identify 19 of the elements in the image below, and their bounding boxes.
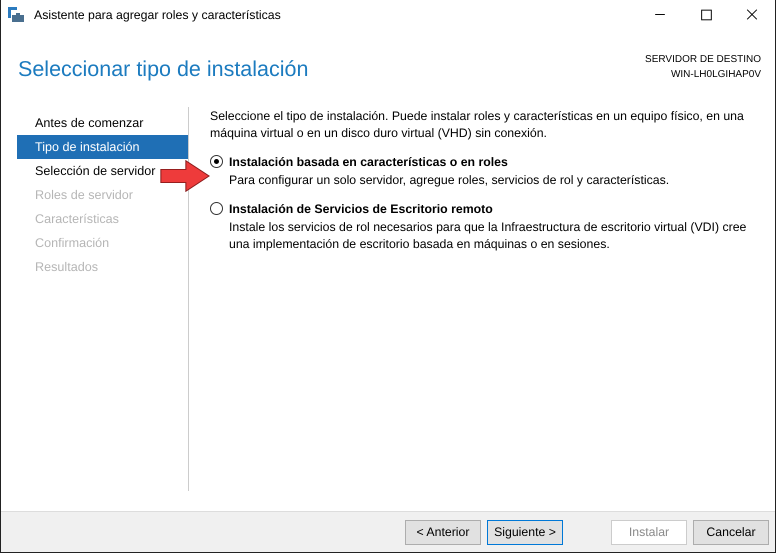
- server-manager-icon: [8, 6, 24, 22]
- arrow-icon: [160, 160, 210, 192]
- radio-button[interactable]: [210, 202, 223, 215]
- wizard-step[interactable]: Tipo de instalación: [17, 135, 188, 159]
- wizard-button[interactable]: Siguiente >: [487, 520, 563, 544]
- option-description: Instale los servicios de rol necesarios para que la Infraestructura de escritorio virtual (VDI) cree una implementación de escritorio basada en máquinas o en sesiones.: [229, 219, 748, 253]
- intro-text: Seleccione el tipo de instalación. Puede instalar roles y características en un equipo físico, en una máquina virtual o en un disco duro virtual (VHD) sin conexión.: [210, 108, 745, 142]
- destination-server-name: WIN-LH0LGIHAP0V: [670, 68, 761, 82]
- radio-button[interactable]: [210, 155, 223, 168]
- wizard-button[interactable]: < Anterior: [405, 520, 481, 544]
- option-description: Para configurar un solo servidor, agregue roles, servicios de rol y características.: [229, 172, 670, 189]
- window-title: Asistente para agregar roles y características: [34, 8, 282, 22]
- wizard-step[interactable]: Antes de comenzar: [17, 111, 146, 135]
- wizard-step[interactable]: Selección de servidor: [17, 159, 158, 183]
- option-label[interactable]: Instalación de Servicios de Escritorio remoto: [229, 202, 493, 216]
- page-title: Seleccionar tipo de instalación: [18, 56, 308, 83]
- option-label[interactable]: Instalación basada en características o en roles: [229, 154, 508, 168]
- wizard-button[interactable]: Cancelar: [693, 520, 769, 544]
- destination-server-label: SERVIDOR DE DESTINO: [645, 53, 761, 67]
